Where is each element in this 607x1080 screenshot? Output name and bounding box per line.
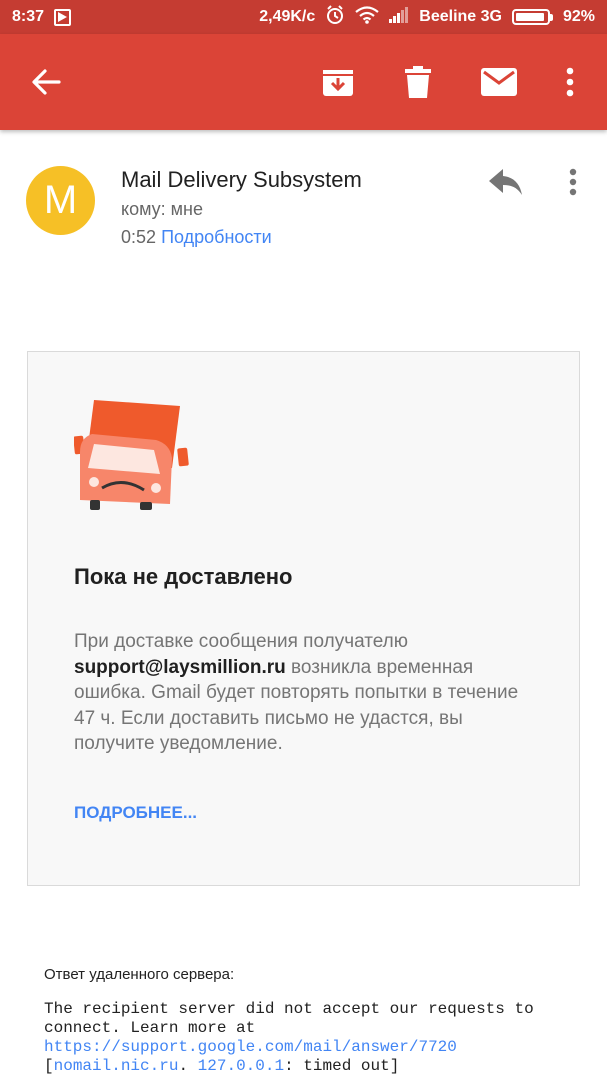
delivery-status-card: Пока не доставлено При доставке сообщени… [27,351,580,886]
archive-button[interactable] [314,58,362,106]
more-details-link[interactable]: ПОДРОБНЕЕ... [74,803,197,823]
body-prefix: При доставке сообщения получателю [74,631,409,652]
reply-icon [489,169,522,195]
back-button[interactable] [22,58,70,106]
message-more-button[interactable] [553,160,593,204]
ip-link[interactable]: 127.0.0.1 [198,1057,284,1075]
host-link[interactable]: nomail.nic.ru [54,1057,179,1075]
alarm-icon [325,4,345,30]
delete-button[interactable] [394,58,442,106]
message-time-row: 0:52 Подробности [121,227,272,248]
network-speed: 2,49K/c [259,8,316,25]
trash-icon [405,66,431,98]
play-store-icon [54,8,72,26]
recipient-line: кому: мне [121,199,203,219]
sender-name: Mail Delivery Subsystem [121,167,362,192]
remote-text-4: : timed out] [284,1057,400,1075]
more-button[interactable] [546,58,594,106]
mark-unread-button[interactable] [475,58,523,106]
status-bar: 8:37 2,49K/c Beeline 3G 92% [0,0,607,34]
reply-button[interactable] [484,160,528,204]
battery-icon [511,9,553,25]
remote-response-label: Ответ удаленного сервера: [44,966,235,983]
avatar[interactable]: M [26,166,95,235]
archive-icon [323,70,353,96]
arrow-back-icon [32,69,61,95]
remote-text-1: The recipient server did not accept our … [44,1000,534,1037]
remote-text-3: . [178,1057,189,1075]
details-link[interactable]: Подробности [161,227,272,247]
battery-percent: 92% [562,8,595,25]
card-body: При доставке сообщения получателю suppor… [74,629,544,757]
remote-text-2: [ [44,1057,54,1075]
mail-icon [481,68,517,96]
more-vert-icon [569,168,577,196]
message-time: 0:52 [121,227,157,247]
wifi-icon [355,5,379,29]
status-time: 8:37 [12,8,45,25]
toolbar [0,34,607,130]
support-link[interactable]: https://support.google.com/mail/answer/7… [44,1038,457,1056]
remote-response-text: The recipient server did not accept our … [44,1000,584,1076]
more-vert-icon [566,67,574,97]
signal-icon [389,6,409,28]
sad-truck-icon [73,396,190,517]
card-title: Пока не доставлено [74,564,293,589]
carrier-name: Beeline 3G [419,8,502,25]
recipient-email: support@laysmillion.ru [74,656,286,678]
